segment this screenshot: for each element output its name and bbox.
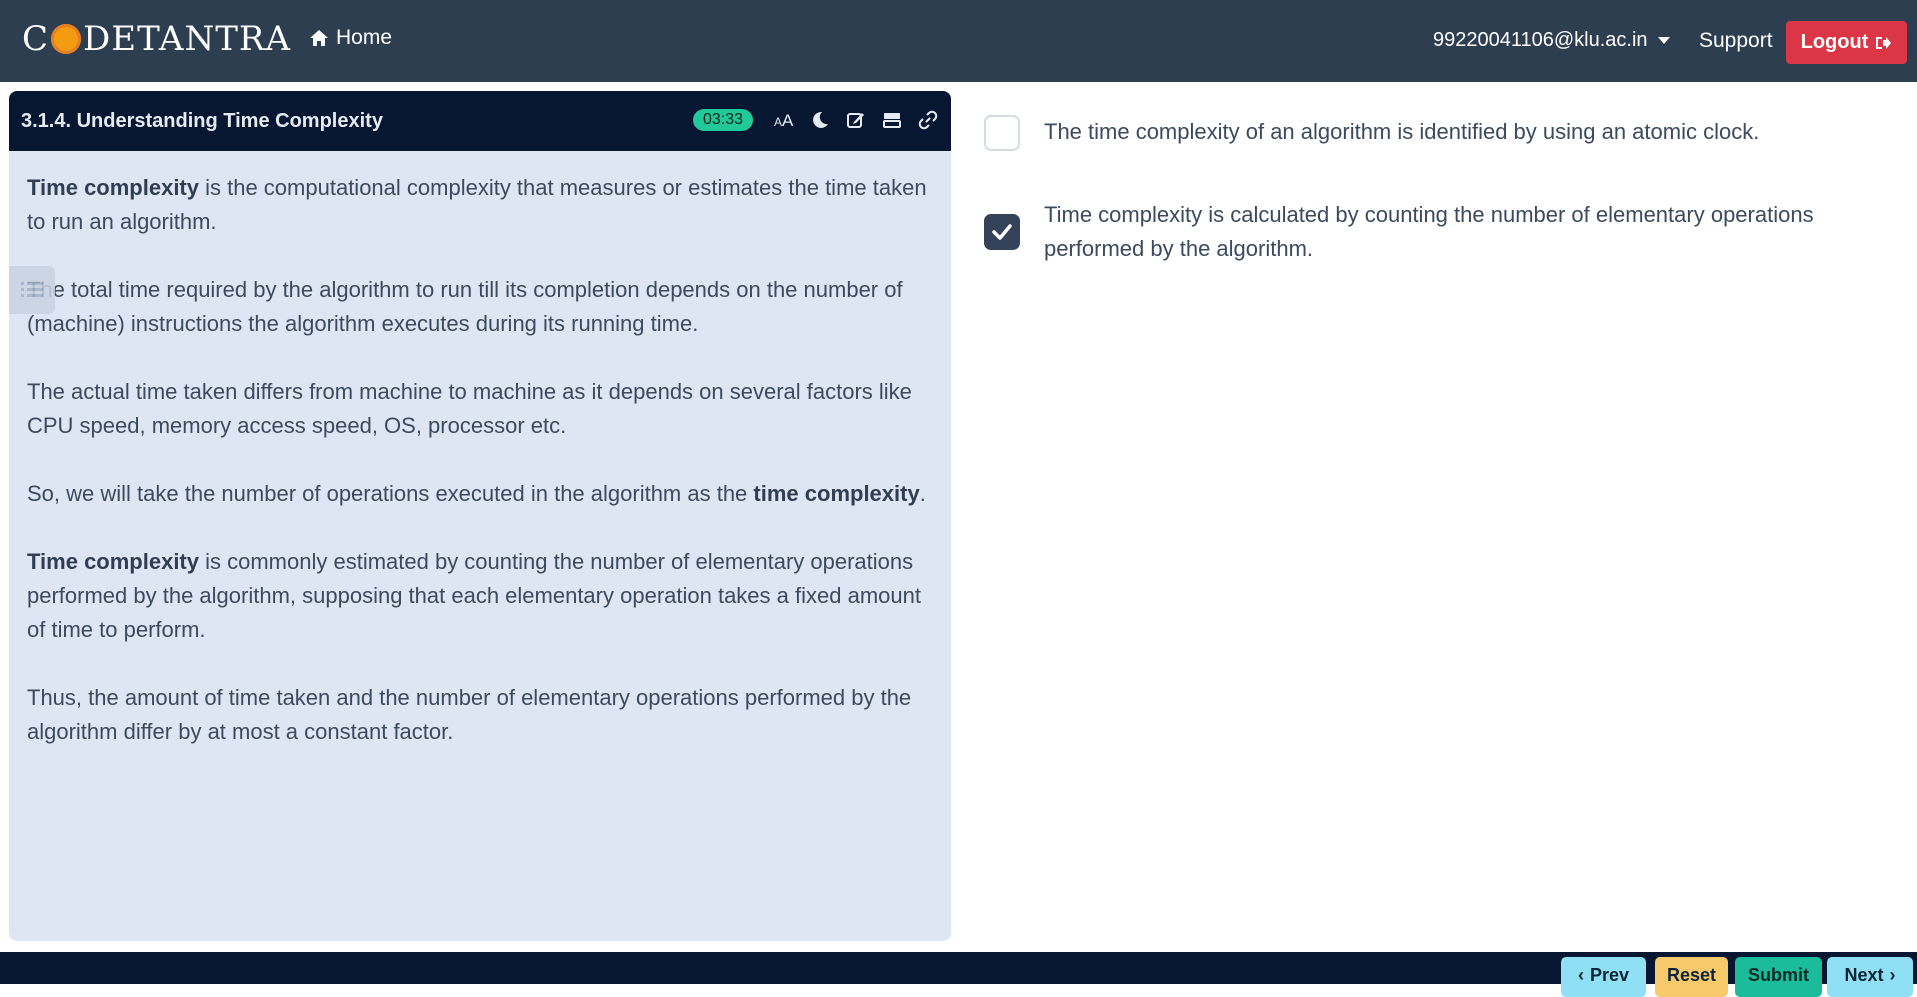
panel-body: Time complexity is the computational com… <box>9 151 951 749</box>
svg-text:A: A <box>782 111 794 130</box>
moon-icon[interactable] <box>810 109 830 131</box>
option-checkbox-checked[interactable] <box>984 214 1020 250</box>
submit-button[interactable]: Submit <box>1735 957 1822 997</box>
chevron-left-icon: ‹ <box>1577 965 1584 985</box>
timer-badge: 03:33 <box>693 109 754 131</box>
paragraph: So, we will take the number of operation… <box>27 481 926 506</box>
sign-out-icon <box>1876 36 1892 49</box>
caret-down-icon <box>1657 37 1670 44</box>
reset-button[interactable]: Reset <box>1655 957 1728 997</box>
logo-text-left: C <box>22 19 50 59</box>
panel-header: 3.1.4. Understanding Time Complexity 03:… <box>9 91 951 151</box>
user-email: 99220041106@klu.ac.in <box>1433 29 1648 51</box>
submit-label: Submit <box>1748 965 1809 985</box>
paragraph: The total time required by the algorithm… <box>27 277 903 336</box>
toc-toggle[interactable] <box>9 266 55 314</box>
sun-logo-icon <box>51 24 82 54</box>
answer-option[interactable]: The time complexity of an algorithm is i… <box>984 115 1759 151</box>
font-size-icon[interactable]: AA <box>774 109 794 131</box>
prev-label: Prev <box>1589 965 1630 985</box>
user-dropdown[interactable]: 99220041106@klu.ac.in <box>1433 29 1670 52</box>
answer-option[interactable]: Time complexity is calculated by countin… <box>984 202 1814 261</box>
home-label: Home <box>336 26 393 49</box>
logout-label: Logout <box>1800 31 1869 53</box>
paragraph: Time complexity is the computational com… <box>27 175 927 234</box>
option-text: Time complexity is calculated by countin… <box>1044 202 1814 261</box>
support-link[interactable]: Support <box>1699 29 1773 53</box>
paragraph: Thus, the amount of time taken and the n… <box>27 685 912 744</box>
codetantra-logo[interactable]: C DETANTRA <box>22 18 291 60</box>
logo-text-right: DETANTRA <box>83 19 292 59</box>
panel-toolbar: AA <box>774 109 938 131</box>
svg-text:A: A <box>774 115 782 129</box>
next-button[interactable]: Next › <box>1827 957 1913 997</box>
chevron-right-icon: › <box>1889 965 1896 985</box>
page-title: 3.1.4. Understanding Time Complexity <box>21 109 383 132</box>
paragraph: Time complexity is commonly estimated by… <box>27 549 921 642</box>
paragraph: The actual time taken differs from machi… <box>27 379 912 438</box>
edit-icon[interactable] <box>846 109 866 131</box>
prev-button[interactable]: ‹ Prev <box>1561 957 1646 997</box>
layout-icon[interactable] <box>882 109 902 131</box>
content-panel: 3.1.4. Understanding Time Complexity 03:… <box>9 91 951 941</box>
link-icon[interactable] <box>918 109 938 131</box>
home-icon <box>310 30 328 46</box>
home-link[interactable]: Home <box>309 26 392 50</box>
list-icon <box>21 282 43 297</box>
option-text: The time complexity of an algorithm is i… <box>1044 119 1760 144</box>
checkmark-icon <box>992 224 1012 240</box>
next-label: Next <box>1844 965 1884 985</box>
reset-label: Reset <box>1666 965 1717 985</box>
top-navbar: C DETANTRA Home 99220041106@klu.ac.in Su… <box>0 0 1917 82</box>
logout-button[interactable]: Logout <box>1786 21 1907 64</box>
option-checkbox[interactable] <box>984 115 1020 151</box>
